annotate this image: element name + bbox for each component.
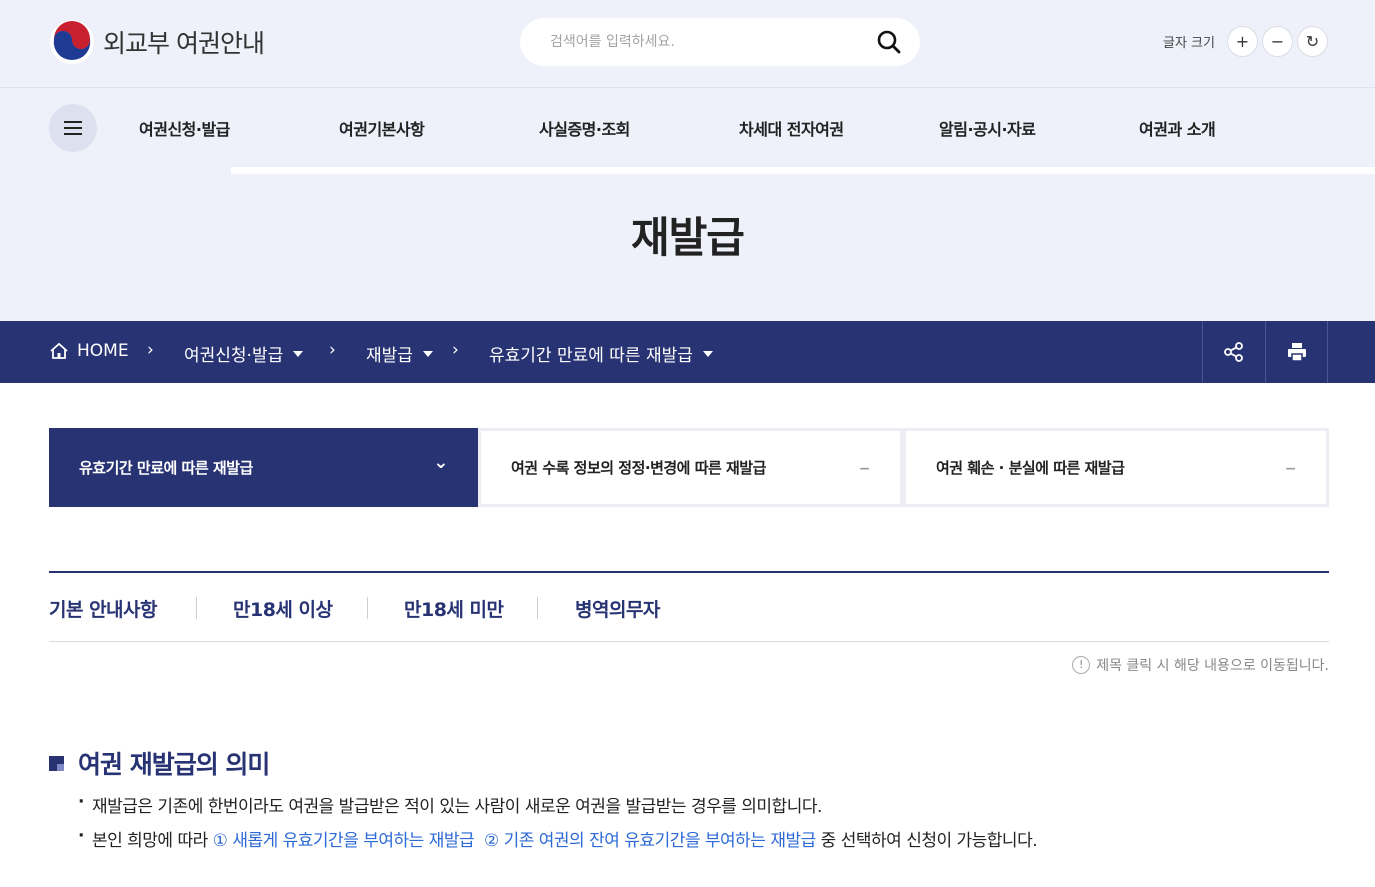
taegeuk-logo-icon: [50, 20, 94, 64]
print-button[interactable]: [1265, 321, 1328, 383]
home-icon: [50, 342, 68, 359]
header: 외교부 여권안내 글자 크기 + − ↻: [0, 0, 1375, 87]
font-size-decrease-button[interactable]: −: [1261, 26, 1293, 57]
gnb-item-basics[interactable]: 여권기본사항: [339, 116, 425, 140]
print-icon: [1287, 343, 1306, 362]
breadcrumb: HOME › 여권신청·발급 › 재발급 › 유효기간 만료에 따른 재발급: [0, 321, 1375, 383]
breadcrumb-home[interactable]: HOME: [49, 341, 129, 361]
chevron-right-icon: ›: [147, 340, 154, 360]
tab-label: 유효기간 만료에 따른 재발급: [79, 459, 253, 477]
search-box: [520, 18, 920, 66]
square-bullet-icon: [49, 755, 64, 771]
logo-text: 외교부 여권안내: [103, 29, 265, 58]
chevron-down-icon: ⌄: [433, 452, 448, 473]
caret-down-icon: [422, 350, 433, 357]
breadcrumb-item-label: 재발급: [366, 346, 413, 366]
font-size-reset-button[interactable]: ↻: [1296, 26, 1328, 57]
site-logo[interactable]: 외교부 여권안내: [49, 19, 265, 65]
minus-icon: −: [858, 461, 871, 477]
chevron-right-icon: ›: [329, 340, 336, 360]
share-button[interactable]: [1202, 321, 1265, 383]
content-text: 중 선택하여 신청이 가능합니다.: [815, 831, 1038, 851]
tab-label: 여권 훼손 · 분실에 따른 재발급: [936, 459, 1125, 477]
highlight-new-validity: ① 새롭게 유효기간을 부여하는 재발급: [212, 831, 475, 851]
section-title: 여권 재발급의 의미: [78, 750, 270, 779]
tab-damage-loss-reissue[interactable]: 여권 훼손 · 분실에 따른 재발급 −: [903, 428, 1329, 507]
breadcrumb-item-current[interactable]: 유효기간 만료에 따른 재발급: [489, 341, 713, 366]
gnb-item-e-passport[interactable]: 차세대 전자여권: [739, 116, 844, 140]
breadcrumb-item-reissue[interactable]: 재발급: [366, 341, 433, 366]
page-title: 재발급: [631, 213, 745, 262]
gnb-item-apply[interactable]: 여권신청·발급: [139, 116, 230, 140]
font-size-increase-button[interactable]: +: [1226, 26, 1258, 57]
subtab-divider: [196, 597, 197, 619]
subtab-military[interactable]: 병역의무자: [575, 595, 660, 622]
subtab-basic-info[interactable]: 기본 안내사항: [49, 595, 158, 622]
all-menu-button[interactable]: [49, 104, 97, 152]
content-line: · 재발급은 기존에 한번이라도 여권을 발급받은 적이 있는 사람이 새로운 …: [78, 792, 822, 817]
search-icon[interactable]: [876, 29, 902, 55]
breadcrumb-item-label: 유효기간 만료에 따른 재발급: [489, 346, 693, 366]
subtab-over-18[interactable]: 만18세 이상: [233, 595, 333, 622]
global-nav: 여권신청·발급 여권기본사항 사실증명·조회 차세대 전자여권 알림·공시·자료…: [0, 87, 1375, 167]
chevron-right-icon: ›: [452, 340, 459, 360]
title-band: 재발급: [0, 174, 1375, 321]
share-icon: [1224, 342, 1243, 362]
breadcrumb-item-label: 여권신청·발급: [184, 346, 284, 366]
content-text: 본인 희망에 따라: [91, 831, 213, 851]
gnb-item-certificate[interactable]: 사실증명·조회: [539, 116, 630, 140]
font-size-label: 글자 크기: [1163, 36, 1215, 51]
gnb-item-about[interactable]: 여권과 소개: [1139, 116, 1216, 140]
hint-text: ! 제목 클릭 시 해당 내용으로 이동됩니다.: [1072, 655, 1329, 675]
breadcrumb-item-apply[interactable]: 여권신청·발급: [184, 341, 304, 366]
sub-tabs: 기본 안내사항 만18세 이상 만18세 미만 병역의무자: [49, 571, 1329, 642]
subtab-divider: [367, 597, 368, 619]
content-text: 재발급은 기존에 한번이라도 여권을 발급받은 적이 있는 사람이 새로운 여권…: [91, 797, 822, 817]
font-size-control: 글자 크기 + − ↻: [1163, 26, 1328, 57]
bullet-dot-icon: ·: [78, 826, 84, 846]
hamburger-icon: [64, 121, 82, 135]
tab-label: 여권 수록 정보의 정정·변경에 따른 재발급: [511, 459, 766, 477]
section-heading: 여권 재발급의 의미: [49, 745, 270, 781]
info-icon: !: [1072, 656, 1091, 674]
tab-expiry-reissue[interactable]: 유효기간 만료에 따른 재발급 ⌄: [49, 428, 478, 507]
subtab-under-18[interactable]: 만18세 미만: [404, 595, 504, 622]
highlight-remaining-validity: ② 기존 여권의 잔여 유효기간을 부여하는 재발급: [483, 831, 816, 851]
hint-label: 제목 클릭 시 해당 내용으로 이동됩니다.: [1096, 658, 1329, 674]
gnb-divider-accent: [0, 167, 231, 174]
caret-down-icon: [293, 350, 304, 357]
bullet-dot-icon: ·: [78, 792, 84, 812]
gnb-item-notice[interactable]: 알림·공시·자료: [939, 116, 1036, 140]
caret-down-icon: [702, 350, 713, 357]
breadcrumb-home-label: HOME: [77, 341, 129, 361]
subtab-divider: [537, 597, 538, 619]
content-line: · 본인 희망에 따라 ① 새롭게 유효기간을 부여하는 재발급 ② 기존 여권…: [78, 826, 1038, 851]
minus-icon: −: [1284, 461, 1297, 477]
search-input[interactable]: [550, 30, 870, 54]
tab-correction-reissue[interactable]: 여권 수록 정보의 정정·변경에 따른 재발급 −: [478, 428, 903, 507]
